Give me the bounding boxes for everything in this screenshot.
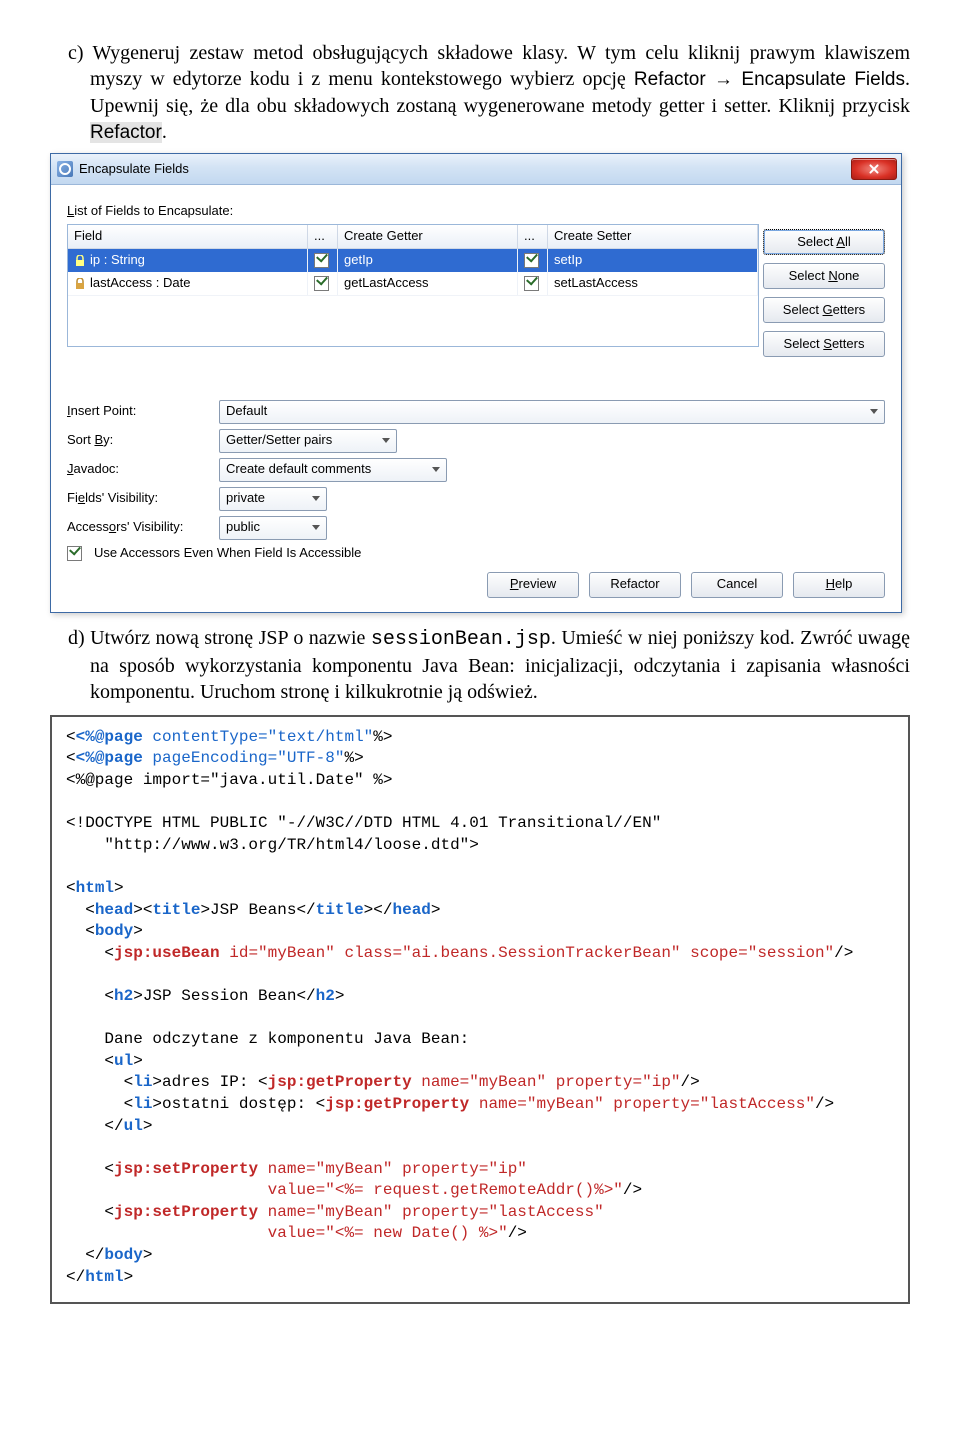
insert-point-combo[interactable]: Default <box>219 400 885 424</box>
dialog-icon <box>57 161 73 177</box>
chevron-down-icon <box>870 409 878 414</box>
chevron-down-icon <box>382 438 390 443</box>
fields-table: Field ... Create Getter ... Create Sette… <box>67 224 759 347</box>
chevron-down-icon <box>432 467 440 472</box>
code: "text/html" <box>268 728 374 746</box>
insert-point-row: Insert Point: Default <box>67 400 885 424</box>
menu-path-text: Refactor → Encapsulate Fields <box>634 69 905 90</box>
encapsulate-fields-dialog: Encapsulate Fields List of Fields to Enc… <box>50 153 902 612</box>
select-setters-button[interactable]: Select Setters <box>763 331 885 357</box>
select-getters-button[interactable]: Select Getters <box>763 297 885 323</box>
table-empty <box>68 295 758 346</box>
combo-value: public <box>226 519 260 536</box>
use-accessors-checkbox[interactable] <box>67 546 82 561</box>
dialog-titlebar: Encapsulate Fields <box>51 154 901 185</box>
lock-icon <box>74 278 86 290</box>
combo-value: private <box>226 490 265 507</box>
cell: ip : String <box>90 252 145 267</box>
accessors-visibility-row: Accessors' Visibility: public <box>67 516 885 540</box>
code: %> <box>344 749 363 767</box>
preview-button[interactable]: Preview <box>487 572 579 598</box>
code: "UTF-8" <box>277 749 344 767</box>
table-header: Field ... Create Getter ... Create Sette… <box>68 225 758 249</box>
use-accessors-row: Use Accessors Even When Field Is Accessi… <box>67 545 885 562</box>
text: d) Utwórz nową stronę JSP o nazwie <box>68 627 371 649</box>
table-row[interactable]: ip : String getIp setIp <box>68 249 758 272</box>
filename-text: sessionBean.jsp <box>371 628 551 651</box>
col-field: Field <box>68 225 308 249</box>
combo-value: Default <box>226 403 267 420</box>
combo-value: Getter/Setter pairs <box>226 432 332 449</box>
help-button[interactable]: Help <box>793 572 885 598</box>
code: pageEncoding= <box>143 749 277 767</box>
combo-value: Create default comments <box>226 461 371 478</box>
code: %> <box>373 728 392 746</box>
select-all-button[interactable]: Select All <box>763 229 885 255</box>
col-dots: ... <box>518 225 548 249</box>
checkbox[interactable] <box>314 253 329 268</box>
refactor-button[interactable]: Refactor <box>589 572 681 598</box>
cell: setLastAccess <box>548 272 758 295</box>
code-listing: <<%@page contentType="text/html"%> <<%@p… <box>50 715 910 1304</box>
javadoc-combo[interactable]: Create default comments <box>219 458 447 482</box>
close-icon[interactable] <box>851 158 897 180</box>
chevron-down-icon <box>312 525 320 530</box>
chevron-down-icon <box>312 496 320 501</box>
checkbox[interactable] <box>524 253 539 268</box>
code: <%@page <box>76 728 143 746</box>
dialog-body: List of Fields to Encapsulate: Field ...… <box>51 185 901 611</box>
checkbox[interactable] <box>314 276 329 291</box>
select-none-button[interactable]: Select None <box>763 263 885 289</box>
cell: lastAccess : Date <box>90 275 190 290</box>
dialog-title: Encapsulate Fields <box>79 161 189 178</box>
javadoc-row: Javadoc: Create default comments <box>67 458 885 482</box>
lock-icon <box>74 255 86 267</box>
dialog-buttons: Preview Refactor Cancel Help <box>67 572 885 598</box>
button-name-text: Refactor <box>90 122 162 143</box>
cancel-button[interactable]: Cancel <box>691 572 783 598</box>
code: <%@page <box>76 749 143 767</box>
sort-by-combo[interactable]: Getter/Setter pairs <box>219 429 397 453</box>
paragraph-d: d) Utwórz nową stronę JSP o nazwie sessi… <box>50 625 910 705</box>
list-label: List of Fields to Encapsulate: <box>67 203 885 220</box>
side-buttons: Select All Select None Select Getters Se… <box>763 229 885 357</box>
col-setter: Create Setter <box>548 225 758 249</box>
col-getter: Create Getter <box>338 225 518 249</box>
paragraph-c: c) Wygeneruj zestaw metod obsługujących … <box>50 40 910 145</box>
code: contentType= <box>143 728 268 746</box>
sort-by-row: Sort By: Getter/Setter pairs <box>67 429 885 453</box>
cell: setIp <box>548 249 758 272</box>
fields-visibility-row: Fields' Visibility: private <box>67 487 885 511</box>
col-dots: ... <box>308 225 338 249</box>
cell: getLastAccess <box>338 272 518 295</box>
text: . <box>162 121 167 143</box>
cell: getIp <box>338 249 518 272</box>
fields-visibility-combo[interactable]: private <box>219 487 327 511</box>
table-row[interactable]: lastAccess : Date getLastAccess setLastA… <box>68 272 758 295</box>
accessors-visibility-combo[interactable]: public <box>219 516 327 540</box>
checkbox[interactable] <box>524 276 539 291</box>
